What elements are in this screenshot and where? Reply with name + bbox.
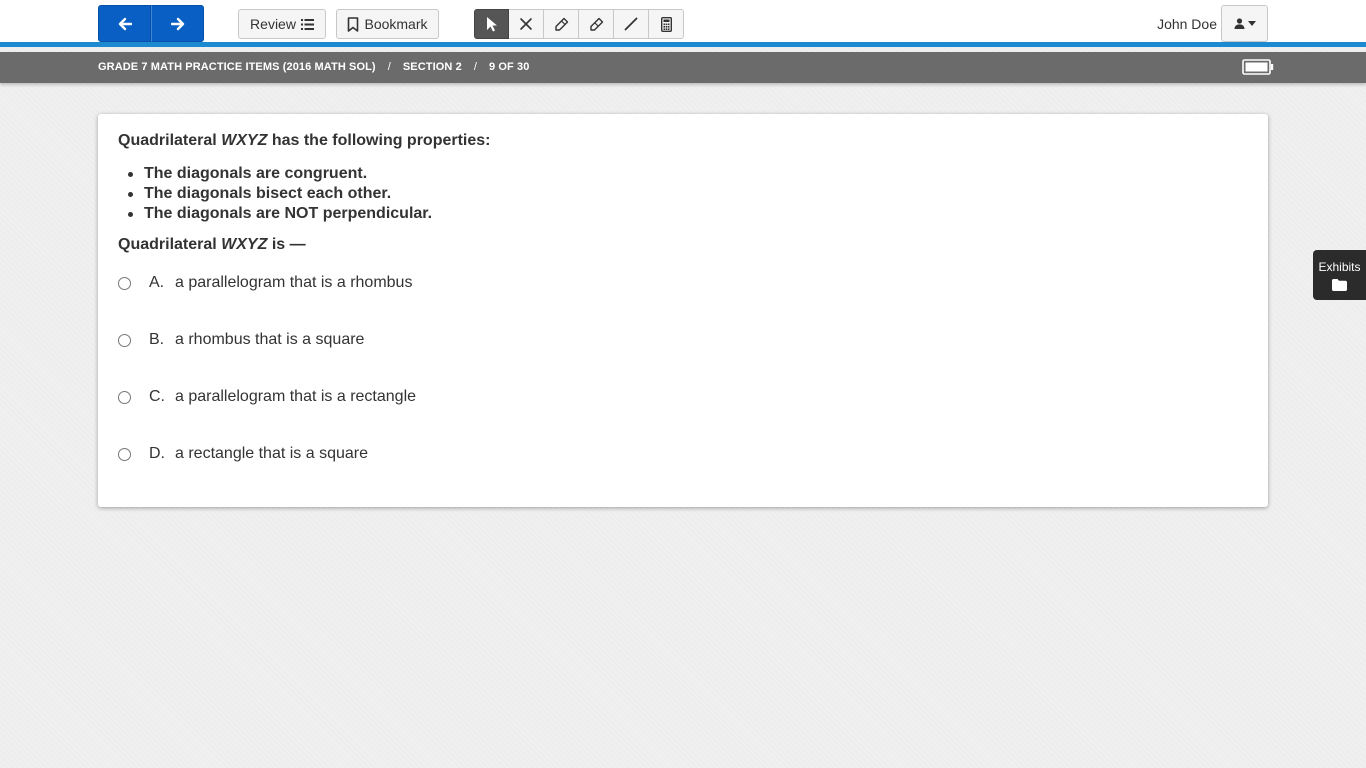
- folder-icon: [1332, 278, 1347, 291]
- breadcrumb-separator: /: [473, 61, 477, 73]
- answer-choice-c[interactable]: C. a parallelogram that is a rectangle: [118, 385, 416, 409]
- eliminate-tool[interactable]: [509, 9, 544, 39]
- tools-group: [474, 9, 684, 39]
- battery-icon: [1242, 59, 1274, 75]
- calculator-tool[interactable]: [649, 9, 684, 39]
- list-item: The diagonals are congruent.: [127, 164, 432, 184]
- pointer-icon: [486, 17, 497, 32]
- arrow-left-icon: [118, 17, 132, 30]
- list-item: The diagonals bisect each other.: [127, 184, 432, 204]
- prompt-prefix: Quadrilateral: [118, 236, 222, 253]
- radio-button[interactable]: [118, 333, 131, 347]
- bookmark-icon: [348, 16, 359, 32]
- list-item: The diagonals are NOT perpendicular.: [127, 205, 433, 222]
- calculator-icon: [660, 16, 672, 32]
- choice-letter: B.: [149, 331, 165, 348]
- highlighter-tool[interactable]: [544, 9, 579, 39]
- bookmark-label: Bookmark: [364, 16, 428, 32]
- user-name: John Doe: [1157, 16, 1217, 32]
- breadcrumb-bar: GRADE 7 MATH PRACTICE ITEMS (2016 MATH S…: [0, 52, 1366, 83]
- radio-button[interactable]: [118, 447, 131, 461]
- radio-button[interactable]: [118, 390, 131, 404]
- answer-choice-d[interactable]: D. a rectangle that is a square: [118, 442, 368, 466]
- prompt-suffix: is —: [267, 236, 306, 253]
- answer-choice-b[interactable]: B. a rhombus that is a square: [118, 328, 364, 352]
- choice-text: a rhombus that is a square: [175, 331, 365, 348]
- user-icon: [1234, 18, 1244, 29]
- breadcrumb-separator: /: [387, 61, 391, 73]
- breadcrumb-section: SECTION 2: [402, 61, 462, 73]
- highlighter-icon: [554, 17, 568, 31]
- next-button[interactable]: [151, 5, 204, 42]
- pointer-tool[interactable]: [474, 9, 509, 39]
- stem-variable: WXYZ: [221, 132, 268, 149]
- bookmark-button[interactable]: Bookmark: [336, 9, 439, 39]
- exhibits-label: Exhibits: [1318, 259, 1361, 274]
- review-label: Review: [250, 16, 296, 32]
- nav-group: [98, 5, 204, 42]
- list-icon: [300, 18, 314, 30]
- choice-text: a rectangle that is a square: [175, 445, 369, 462]
- breadcrumb-progress: 9 OF 30: [488, 61, 530, 73]
- choice-letter: C.: [149, 388, 165, 405]
- choice-letter: D.: [149, 445, 165, 462]
- line-icon: [624, 17, 638, 31]
- breadcrumb-test: GRADE 7 MATH PRACTICE ITEMS (2016 MATH S…: [98, 61, 376, 73]
- caret-down-icon: [1247, 21, 1256, 26]
- radio-button[interactable]: [118, 276, 131, 290]
- review-button[interactable]: Review: [238, 9, 326, 39]
- prompt-variable: WXYZ: [221, 236, 268, 253]
- top-toolbar: Review Bookmark John Doe: [0, 0, 1366, 47]
- question-card: Quadrilateral WXYZ has the following pro…: [98, 114, 1268, 507]
- choice-text: a parallelogram that is a rectangle: [175, 388, 417, 405]
- choice-letter: A.: [149, 274, 165, 291]
- eraser-tool[interactable]: [579, 9, 614, 39]
- choice-text: a parallelogram that is a rhombus: [175, 274, 413, 291]
- previous-button[interactable]: [98, 5, 151, 42]
- arrow-right-icon: [170, 17, 184, 30]
- line-tool[interactable]: [614, 9, 649, 39]
- stem-suffix: has the following properties:: [267, 132, 491, 149]
- answer-choice-a[interactable]: A. a parallelogram that is a rhombus: [118, 271, 412, 295]
- properties-list: The diagonals are congruent. The diagona…: [127, 164, 433, 224]
- question-prompt: Quadrilateral WXYZ is —: [118, 236, 306, 254]
- eraser-icon: [589, 17, 603, 31]
- exhibits-button[interactable]: Exhibits: [1313, 250, 1366, 300]
- stem-prefix: Quadrilateral: [118, 132, 222, 149]
- question-stem: Quadrilateral WXYZ has the following pro…: [118, 132, 491, 150]
- eliminate-icon: [520, 18, 532, 30]
- user-menu-button[interactable]: [1221, 5, 1268, 42]
- breadcrumb: GRADE 7 MATH PRACTICE ITEMS (2016 MATH S…: [98, 61, 529, 73]
